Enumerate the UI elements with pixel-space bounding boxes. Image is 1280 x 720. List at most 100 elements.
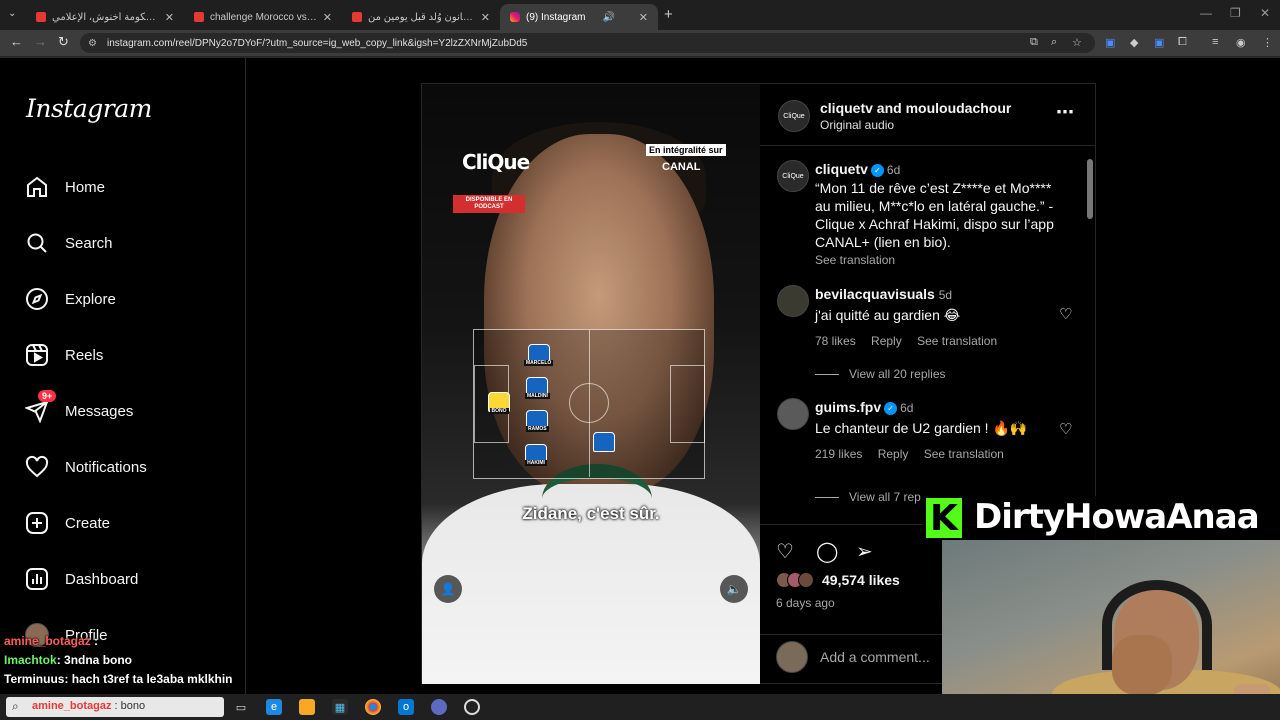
address-bar[interactable]: ⚙ instagram.com/reel/DPNy2o7DYoF/?utm_so… (80, 33, 1095, 53)
zoom-icon[interactable]: ⌕ (1051, 36, 1057, 49)
like-comment-heart-icon[interactable]: ♡ (1059, 420, 1072, 438)
comments-section: CliQue cliquetv ✓ 6d “Mon 11 de rêve c’est… (760, 146, 1096, 524)
browser-tab-1[interactable]: باي باي حكومة أخنوش، الإعلامي ✕ (26, 4, 184, 30)
close-icon[interactable]: ✕ (633, 11, 648, 24)
sidebar-item-dashboard[interactable]: Dashboard (24, 559, 138, 599)
reading-list-icon[interactable]: ≡ (1212, 36, 1218, 48)
see-translation-link[interactable]: See translation (924, 447, 1004, 461)
plus-square-icon (24, 510, 50, 536)
jersey-icon (593, 432, 615, 452)
sidebar-item-explore[interactable]: Explore (24, 279, 116, 319)
puzzle-icon[interactable]: ⧠ (1178, 36, 1187, 49)
youtube-icon (194, 12, 204, 22)
caption-time: 6d (886, 163, 901, 177)
player-marcelo: MARCELO (524, 344, 554, 366)
reel-video[interactable]: CliQue DISPONIBLE EN PODCAST En intégral… (422, 84, 760, 684)
discord-icon[interactable] (431, 699, 447, 715)
taskbar-search[interactable]: ⌕ amine_botagaz : bono (6, 697, 224, 717)
mute-button[interactable]: 🔈 (720, 575, 748, 603)
url-text: instagram.com/reel/DPNy2o7DYoF/?utm_sour… (106, 37, 528, 49)
sidebar-item-search[interactable]: Search (24, 223, 113, 263)
avatar (776, 641, 808, 673)
minimize-button[interactable]: — (1200, 6, 1212, 20)
forward-button[interactable]: → (34, 34, 47, 49)
sidebar-item-label: Notifications (65, 458, 147, 476)
reload-button[interactable]: ↻ (58, 34, 69, 50)
view-replies-link[interactable]: View all 20 replies (815, 367, 946, 381)
comment-likes[interactable]: 78 likes (815, 334, 856, 348)
sidebar-item-home[interactable]: Home (24, 167, 105, 207)
reply-button[interactable]: Reply (871, 334, 902, 348)
view-replies-link[interactable]: View all 7 rep (815, 490, 921, 504)
instagram-logo[interactable]: Instagram (26, 94, 152, 123)
new-tab-button[interactable]: + (664, 6, 673, 23)
compass-icon (24, 286, 50, 312)
chat-message: amine_botagaz : (4, 634, 99, 648)
avatar[interactable] (777, 285, 809, 317)
likes-summary[interactable]: 49,574 likes (776, 572, 900, 588)
youtube-icon (352, 12, 362, 22)
player-hakimi: HAKIMI (525, 444, 547, 466)
close-icon[interactable]: ✕ (475, 11, 490, 24)
verified-icon: ✓ (884, 401, 898, 415)
browser-toolbar: ← → ↻ ⚙ instagram.com/reel/DPNy2o7DYoF/?… (0, 30, 1280, 56)
comment-username[interactable]: bevilacquavisuals (815, 286, 935, 302)
task-view-icon[interactable]: ▭ (233, 699, 249, 715)
comment-username[interactable]: guims.fpv (815, 399, 881, 415)
bookmark-star-icon[interactable]: ☆ (1072, 36, 1082, 49)
file-explorer-icon[interactable] (299, 699, 315, 715)
site-info-icon[interactable]: ⚙ (88, 38, 97, 49)
sidebar-item-create[interactable]: Create (24, 503, 110, 543)
webcam-hand (1112, 635, 1172, 695)
tab-title: باي باي حكومة أخنوش، الإعلامي (52, 11, 159, 23)
sidebar-item-reels[interactable]: Reels (24, 335, 103, 375)
close-window-button[interactable]: ✕ (1260, 6, 1270, 20)
comment-likes[interactable]: 219 likes (815, 447, 862, 461)
sidebar-item-notifications[interactable]: Notifications (24, 447, 147, 487)
tab-search-icon[interactable]: ⌄ (8, 8, 16, 19)
comments-scrollbar[interactable] (1087, 159, 1093, 219)
obs-icon[interactable] (464, 699, 480, 715)
back-button[interactable]: ← (10, 34, 23, 49)
profile-icon[interactable]: ◉ (1236, 36, 1246, 49)
like-heart-icon[interactable]: ♡ (776, 539, 794, 564)
chrome-icon[interactable] (365, 699, 381, 715)
reply-button[interactable]: Reply (878, 447, 909, 461)
browser-tab-instagram[interactable]: (9) Instagram 🔊 ✕ (500, 4, 658, 30)
close-icon[interactable]: ✕ (317, 11, 332, 24)
store-icon[interactable]: ▦ (332, 699, 348, 715)
browser-tab-3[interactable]: خطير! قانون وُلد قبل يومين من ✕ (342, 4, 500, 30)
caption-username[interactable]: cliquetv (815, 161, 868, 177)
sidebar-item-messages[interactable]: 9+ Messages (24, 390, 133, 431)
audio-link[interactable]: Original audio (820, 118, 894, 132)
see-translation-link[interactable]: See translation (917, 334, 997, 348)
edge-icon[interactable]: e (266, 699, 282, 715)
extension-icon[interactable]: ◆ (1130, 36, 1138, 49)
speaker-icon: 🔈 (726, 582, 742, 596)
browser-tab-2[interactable]: challenge Morocco vs Egypt ✕ (184, 4, 342, 30)
tagged-people-button[interactable]: 👤 (434, 575, 462, 603)
avatar[interactable]: CliQue (778, 100, 810, 132)
close-icon[interactable]: ✕ (159, 11, 174, 24)
more-icon[interactable]: ⋮ (1262, 36, 1273, 49)
share-icon[interactable]: ➢ (856, 539, 873, 564)
sidebar-item-label: Create (65, 514, 111, 532)
sidebar-item-label: Search (65, 234, 113, 252)
see-translation-link[interactable]: See translation (815, 251, 1055, 269)
speaker-icon[interactable]: 🔊 (603, 12, 615, 23)
extension-icon[interactable]: ▣ (1154, 36, 1164, 49)
search-icon (24, 230, 50, 256)
avatar[interactable]: CliQue (777, 160, 809, 192)
outlook-icon[interactable]: o (398, 699, 414, 715)
likes-count: 49,574 likes (822, 572, 900, 588)
like-comment-heart-icon[interactable]: ♡ (1059, 305, 1072, 323)
translate-extension-icon[interactable]: ▣ (1105, 36, 1115, 49)
install-icon[interactable]: ⧉ (1030, 36, 1038, 49)
comment-icon[interactable]: ◯ (816, 539, 838, 564)
more-options-icon[interactable]: ⋯ (1056, 102, 1074, 123)
verified-icon: ✓ (870, 163, 884, 177)
avatar[interactable] (777, 398, 809, 430)
maximize-button[interactable]: ❐ (1230, 6, 1241, 20)
dashboard-icon (24, 566, 50, 592)
post-authors[interactable]: cliquetv and mouloudachour (820, 100, 1011, 116)
